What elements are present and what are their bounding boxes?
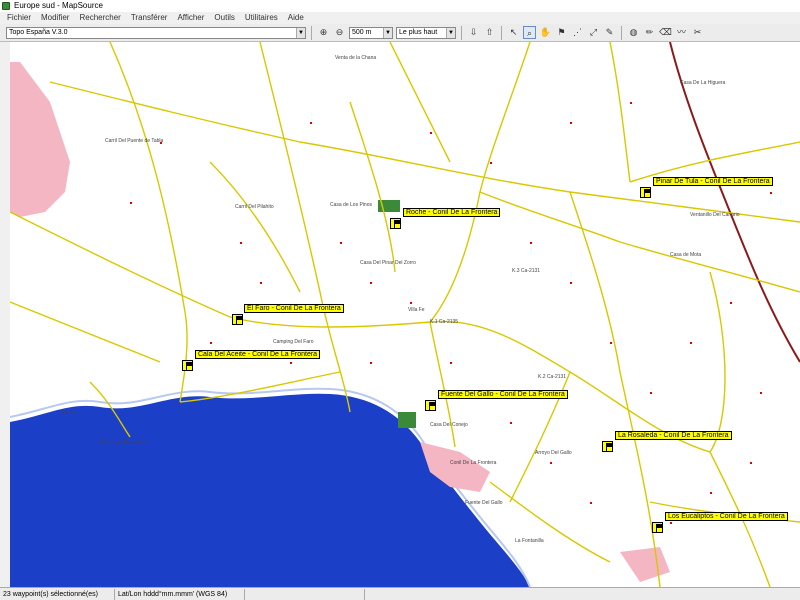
track-split-icon[interactable]: ✂ (691, 26, 704, 39)
chevron-down-icon[interactable]: ▼ (446, 27, 455, 38)
waypoint-flag-icon[interactable] (425, 400, 436, 411)
status-cell-empty (245, 588, 365, 600)
map-canvas (10, 42, 800, 587)
waypoint-flag-icon[interactable] (640, 187, 651, 198)
zoom-level-value: 500 m (352, 28, 372, 36)
waypoint-label[interactable]: Fuente Del Gallo - Conil De La Frontera (438, 390, 568, 399)
zoom-in-icon[interactable]: ⊕ (317, 26, 330, 39)
map-label: Roche (62, 410, 77, 416)
toolbar-separator (311, 25, 312, 40)
map-label: Villa Fe (408, 307, 425, 313)
waypoint-flag-icon[interactable] (390, 218, 401, 229)
map-label: K.3 Ca-2131 (512, 268, 541, 274)
selection-count: 23 waypoint(s) sélectionné(es) (0, 588, 115, 600)
detail-level-value: Le plus haut (399, 28, 438, 36)
waypoint-label[interactable]: Pinar De Tula - Conil De La Frontera (653, 177, 773, 186)
receive-device-icon[interactable]: ⇩ (467, 26, 480, 39)
map-view[interactable]: Carril Del Puente de Tabla Carril Del Pi… (0, 42, 800, 587)
map-product-select[interactable]: Topo España V.3.0 ▼ (6, 26, 306, 39)
menu-help[interactable]: Aide (283, 12, 309, 24)
map-label: Camping Del Faro (273, 339, 314, 345)
waypoint-flag-icon[interactable] (232, 314, 243, 325)
waypoint-label[interactable]: La Rosaleda - Conil De La Frontera (615, 431, 732, 440)
toolbar-separator (621, 25, 622, 40)
detail-level-select[interactable]: Le plus haut ▼ (396, 26, 456, 39)
zoom-out-icon[interactable]: ⊖ (333, 26, 346, 39)
green-area (398, 412, 416, 428)
chevron-down-icon[interactable]: ▼ (296, 27, 305, 38)
map-label: La Fontanilla (515, 538, 544, 544)
map-label: Arroyo Del Gallo (535, 450, 572, 456)
status-bar: 23 waypoint(s) sélectionné(es) Lat/Lon h… (0, 587, 800, 600)
distance-tool-icon[interactable]: ⤢ (587, 26, 600, 39)
title-bar: Europe sud - MapSource (0, 0, 800, 12)
send-device-icon[interactable]: ⇧ (483, 26, 496, 39)
toolbar-separator (461, 25, 462, 40)
pencil-icon[interactable]: ✏ (643, 26, 656, 39)
map-label: Casa de Mota (670, 252, 702, 258)
route-tool-icon[interactable]: ⋰ (571, 26, 584, 39)
menu-edit[interactable]: Modifier (36, 12, 74, 24)
menu-tools[interactable]: Outils (209, 12, 239, 24)
select-tool-icon[interactable]: ↖ (507, 26, 520, 39)
track-tool-icon[interactable]: ✎ (603, 26, 616, 39)
map-label: Carril Del Puente de Tabla (105, 138, 164, 144)
toolbar: Topo España V.3.0 ▼ ⊕ ⊖ 500 m ▼ Le plus … (0, 24, 800, 42)
map-label: Venta de la Chana (335, 55, 377, 61)
map-label: Fuente Del Gallo (465, 500, 503, 506)
menu-transfer[interactable]: Transférer (126, 12, 173, 24)
toolbar-separator (501, 25, 502, 40)
zoom-level-select[interactable]: 500 m ▼ (349, 26, 393, 39)
chevron-down-icon[interactable]: ▼ (383, 27, 392, 38)
window-title: Europe sud - MapSource (14, 1, 103, 10)
track-edit-icon[interactable]: 〰 (675, 26, 688, 39)
menu-find[interactable]: Rechercher (74, 12, 125, 24)
waypoint-label[interactable]: El Faro - Conil De La Frontera (244, 304, 344, 313)
menu-view[interactable]: Afficher (172, 12, 209, 24)
map-label: Casa De La Higuera (680, 80, 726, 86)
hand-tool-icon[interactable]: ✋ (539, 26, 552, 39)
menu-file[interactable]: Fichier (2, 12, 36, 24)
position-format: Lat/Lon hddd°mm.mmm' (WGS 84) (115, 588, 245, 600)
waypoint-label[interactable]: Cala Del Aceite - Conil De La Frontera (195, 350, 321, 359)
menu-utilities[interactable]: Utilitaires (240, 12, 283, 24)
map-label: Casa Del Conejo (430, 422, 468, 428)
waypoint-flag-icon[interactable] (182, 360, 193, 371)
google-earth-icon[interactable]: ◍ (627, 26, 640, 39)
map-label: Carril Del Pilahito (235, 204, 274, 210)
map-label: Casa de Los Pinos (330, 202, 372, 208)
urban-area-south (620, 547, 670, 582)
waypoint-flag-icon[interactable] (652, 522, 663, 533)
waypoint-tool-icon[interactable]: ⚑ (555, 26, 568, 39)
menu-bar: Fichier Modifier Rechercher Transférer A… (0, 12, 800, 24)
map-label: K.2 Ca-2131 (538, 374, 567, 380)
map-label: Puerto de Almadraba (100, 440, 147, 446)
waypoint-label[interactable]: Los Eucaliptos - Conil De La Frontera (665, 512, 788, 521)
mapsource-app-icon (2, 2, 10, 10)
zoom-tool-icon[interactable]: ⌕ (523, 26, 536, 39)
waypoint-flag-icon[interactable] (602, 441, 613, 452)
map-label: Conil De La Frontera (450, 460, 497, 466)
map-label: Casa Del Pinar Del Zorro (360, 260, 416, 266)
railway (669, 42, 800, 363)
eraser-icon[interactable]: ⌫ (659, 26, 672, 39)
waypoint-label[interactable]: Roche - Conil De La Frontera (403, 208, 501, 217)
map-label: Ventanillo Del Canario (690, 212, 740, 218)
map-product-value: Topo España V.3.0 (9, 28, 68, 36)
map-label: K.1 Ca-2135 (430, 319, 459, 325)
